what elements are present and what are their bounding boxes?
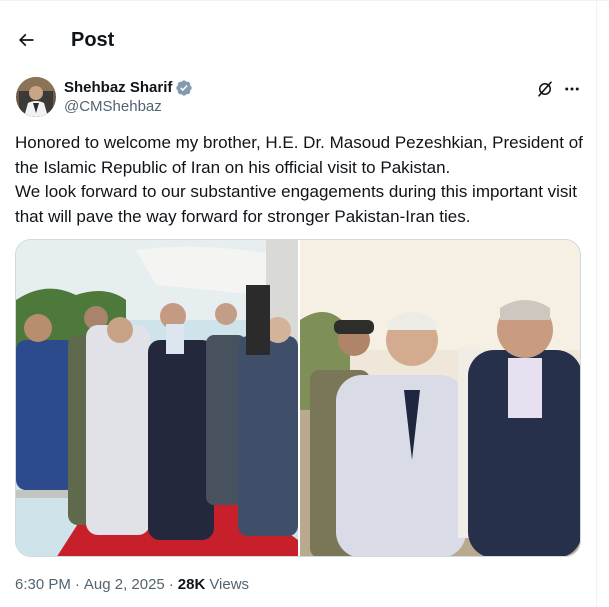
more-dots-icon	[565, 87, 579, 91]
post-time[interactable]: 6:30 PM	[15, 576, 71, 594]
post-date[interactable]: Aug 2, 2025	[84, 576, 165, 594]
page-title: Post	[71, 29, 115, 51]
photo-image	[300, 240, 580, 556]
grok-button[interactable]	[534, 78, 556, 100]
author-name-row[interactable]: Shehbaz Sharif	[64, 79, 193, 97]
photo-welcome-walk[interactable]	[16, 240, 298, 556]
post-meta: 6:30 PM · Aug 2, 2025 · 28K Views	[15, 576, 249, 594]
views-count: 28K	[177, 576, 206, 593]
author-name[interactable]: Shehbaz Sharif	[64, 79, 172, 97]
verified-badge-icon	[176, 80, 193, 96]
photo-handhold[interactable]	[300, 240, 580, 556]
views-label: Views	[209, 576, 250, 593]
grok-icon	[538, 81, 552, 97]
photo-image	[16, 240, 298, 556]
post-text: Honored to welcome my brother, H.E. Dr. …	[15, 133, 583, 226]
avatar[interactable]	[16, 77, 56, 117]
page-header: Post	[0, 14, 596, 62]
column-divider	[596, 0, 597, 607]
avatar-image	[16, 77, 56, 117]
more-options-button[interactable]	[561, 78, 583, 100]
meta-separator: ·	[74, 576, 80, 593]
meta-separator: ·	[168, 576, 174, 593]
back-button[interactable]	[8, 22, 44, 58]
arrow-left-icon	[18, 33, 34, 47]
author-handle[interactable]: @CMShehbaz	[64, 98, 162, 116]
media-grid	[15, 239, 581, 557]
